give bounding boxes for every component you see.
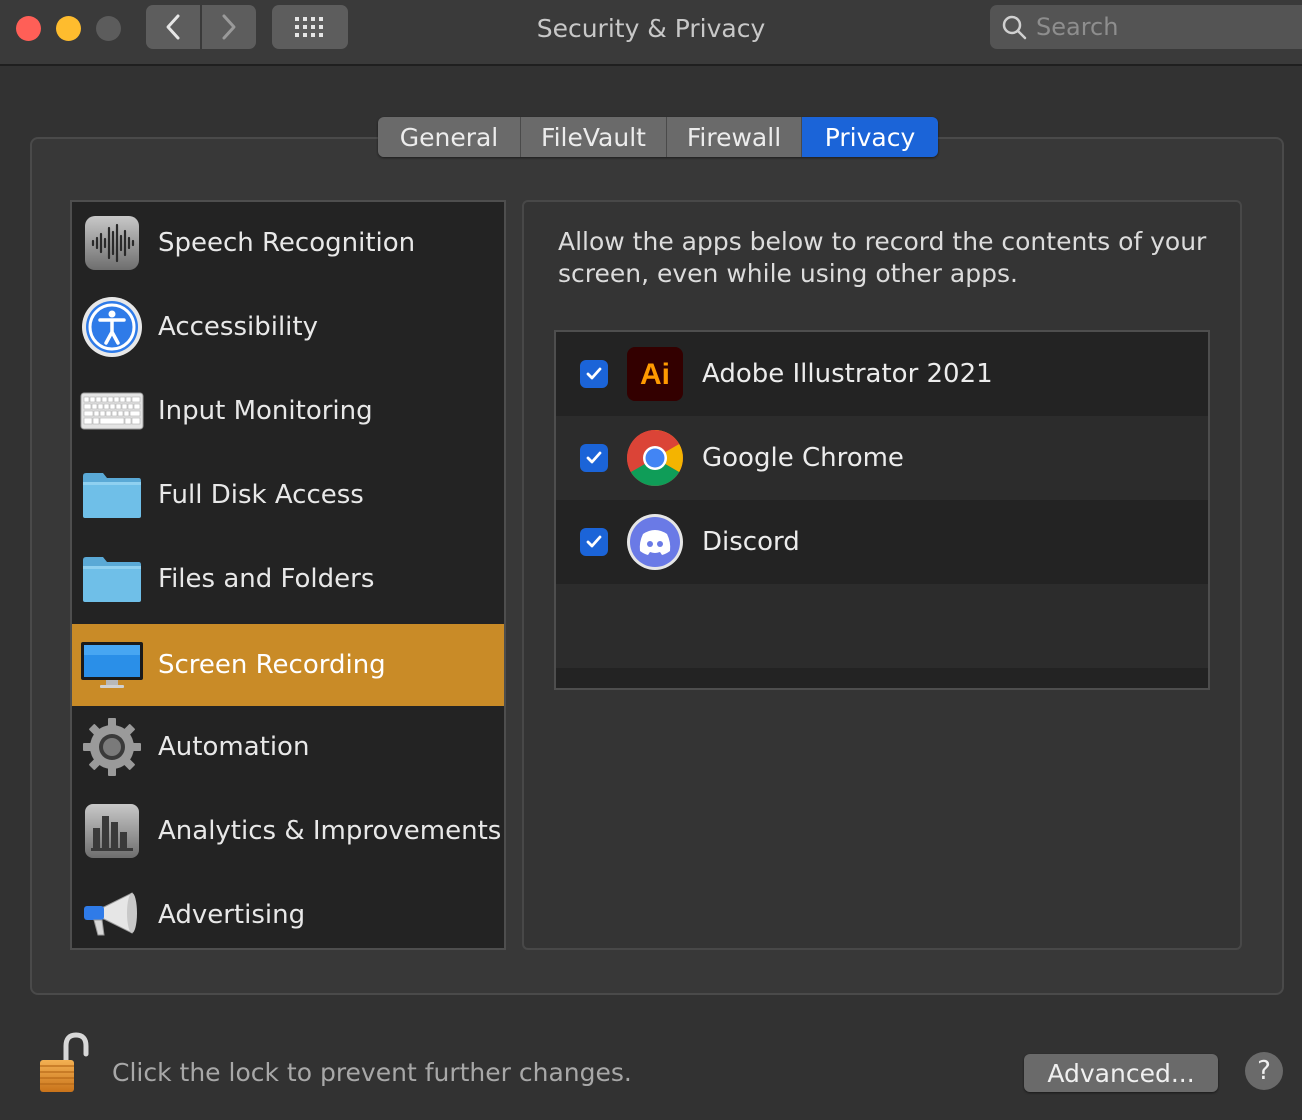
list-item-adobe-illustrator[interactable]: Ai Adobe Illustrator 2021 bbox=[556, 332, 1208, 416]
list-item-discord[interactable]: Discord bbox=[556, 500, 1208, 584]
sidebar-item-label: Full Disk Access bbox=[158, 480, 364, 510]
advanced-button[interactable]: Advanced... bbox=[1024, 1054, 1218, 1092]
checkbox-checked[interactable] bbox=[580, 360, 608, 388]
accessibility-icon bbox=[80, 295, 144, 359]
illustrator-icon: Ai bbox=[626, 345, 684, 403]
sidebar-item-label: Advertising bbox=[158, 900, 306, 930]
sidebar-item-accessibility[interactable]: Accessibility bbox=[72, 286, 504, 368]
gear-icon bbox=[80, 715, 144, 779]
app-name: Adobe Illustrator 2021 bbox=[702, 359, 993, 389]
sidebar-item-analytics[interactable]: Analytics & Improvements bbox=[72, 790, 504, 872]
sidebar-item-label: Screen Recording bbox=[158, 650, 386, 680]
folder-icon bbox=[80, 547, 144, 611]
sidebar-item-label: Automation bbox=[158, 732, 310, 762]
tab-general[interactable]: General bbox=[378, 117, 521, 157]
monitor-icon bbox=[80, 633, 144, 697]
app-name: Google Chrome bbox=[702, 443, 904, 473]
sidebar-item-label: Analytics & Improvements bbox=[158, 816, 502, 846]
megaphone-icon bbox=[80, 883, 144, 947]
title-bar: Security & Privacy bbox=[0, 0, 1302, 66]
search-input[interactable] bbox=[1034, 12, 1302, 42]
checkmark-icon bbox=[586, 451, 602, 464]
chrome-icon bbox=[626, 429, 684, 487]
sidebar-item-advertising[interactable]: Advertising bbox=[72, 874, 504, 948]
checkmark-icon bbox=[586, 535, 602, 548]
tab-firewall[interactable]: Firewall bbox=[667, 117, 802, 157]
sidebar-item-automation[interactable]: Automation bbox=[72, 706, 504, 788]
sidebar-item-full-disk-access[interactable]: Full Disk Access bbox=[72, 454, 504, 536]
bar-chart-icon bbox=[80, 799, 144, 863]
lock-status-text: Click the lock to prevent further change… bbox=[112, 1058, 632, 1087]
pane-description: Allow the apps below to record the conte… bbox=[558, 227, 1207, 288]
search-field[interactable] bbox=[990, 5, 1302, 49]
unlocked-padlock-icon[interactable] bbox=[36, 1032, 90, 1096]
folder-icon bbox=[80, 463, 144, 527]
waveform-icon bbox=[80, 211, 144, 275]
discord-icon bbox=[626, 513, 684, 571]
tab-filevault[interactable]: FileVault bbox=[521, 117, 667, 157]
help-button[interactable]: ? bbox=[1245, 1052, 1283, 1090]
checkbox-checked[interactable] bbox=[580, 444, 608, 472]
empty-list-row bbox=[556, 584, 1208, 668]
sidebar-item-label: Files and Folders bbox=[158, 564, 375, 594]
app-list[interactable]: Ai Adobe Illustrator 2021 Google Chrome bbox=[554, 330, 1210, 690]
list-item-google-chrome[interactable]: Google Chrome bbox=[556, 416, 1208, 500]
sidebar-item-speech-recognition[interactable]: Speech Recognition bbox=[72, 202, 504, 284]
checkbox-checked[interactable] bbox=[580, 528, 608, 556]
app-name: Discord bbox=[702, 527, 800, 557]
illustrator-logo-text: Ai bbox=[640, 358, 670, 391]
sidebar-item-label: Accessibility bbox=[158, 312, 318, 342]
sidebar-item-files-and-folders[interactable]: Files and Folders bbox=[72, 538, 504, 620]
privacy-category-list[interactable]: Speech Recognition Accessibility Input M… bbox=[70, 200, 506, 950]
tab-privacy[interactable]: Privacy bbox=[802, 117, 938, 157]
search-icon bbox=[1000, 13, 1028, 41]
tab-bar: General FileVault Firewall Privacy bbox=[378, 117, 938, 157]
sidebar-item-screen-recording[interactable]: Screen Recording bbox=[72, 624, 504, 706]
keyboard-icon bbox=[80, 379, 144, 443]
checkmark-icon bbox=[586, 367, 602, 380]
sidebar-item-label: Input Monitoring bbox=[158, 396, 373, 426]
sidebar-item-input-monitoring[interactable]: Input Monitoring bbox=[72, 370, 504, 452]
sidebar-item-label: Speech Recognition bbox=[158, 228, 416, 258]
empty-list-row bbox=[556, 668, 1208, 688]
